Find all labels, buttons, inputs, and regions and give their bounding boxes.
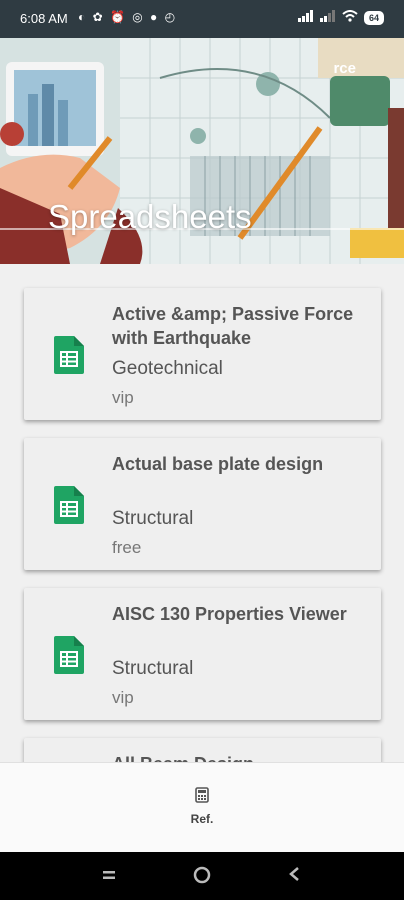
- battery-icon: 64: [363, 10, 384, 25]
- spreadsheet-tier: vip: [112, 388, 134, 407]
- nav-item-label: Ref.: [190, 812, 214, 826]
- status-time: 6:08 AM: [20, 11, 68, 26]
- spreadsheet-card[interactable]: AISC 130 Properties Viewer Structural vi…: [24, 588, 381, 720]
- spreadsheet-name: Active &amp; Passive Force with Earthqua…: [112, 304, 354, 348]
- spreadsheet-name: AISC 130 Properties Viewer: [112, 604, 347, 624]
- spreadsheet-name: Actual base plate design: [112, 454, 324, 474]
- bottom-nav: Ref.: [0, 762, 404, 853]
- wifi-icon: [342, 10, 358, 25]
- signal-icon: [297, 10, 314, 25]
- sheets-icon: [54, 336, 84, 374]
- recents-button[interactable]: [102, 866, 116, 887]
- calculator-icon: [195, 787, 209, 803]
- app-logo: rce: [333, 60, 356, 77]
- spreadsheet-name: All Beam Design: [112, 752, 362, 762]
- spreadsheet-category: Structural: [112, 658, 194, 679]
- spreadsheet-card[interactable]: Active &amp; Passive Force with Earthqua…: [24, 288, 381, 420]
- spreadsheet-tier: free: [112, 538, 142, 557]
- header-banner: rce Spreadsheets: [0, 38, 404, 264]
- notification-icons: ◐ ✿ ⏰ ◎ ● ◴: [78, 10, 178, 24]
- page-title: Spreadsheets: [48, 198, 252, 235]
- home-button[interactable]: [193, 866, 211, 889]
- spreadsheet-category: Geotechnical: [112, 358, 223, 379]
- system-nav-bar: [0, 852, 404, 900]
- status-right: 64: [297, 10, 384, 25]
- spreadsheet-tier: vip: [112, 688, 134, 707]
- sheets-icon: [54, 636, 84, 674]
- spreadsheet-category: Structural: [112, 508, 194, 529]
- signal-icon-2: [319, 10, 336, 25]
- status-bar: 6:08 AM ◐ ✿ ⏰ ◎ ● ◴ 64: [0, 0, 404, 38]
- spreadsheet-card[interactable]: Actual base plate design Structural free: [24, 438, 381, 570]
- spreadsheet-list[interactable]: Active &amp; Passive Force with Earthqua…: [0, 264, 404, 762]
- nav-item-ref[interactable]: Ref.: [182, 787, 222, 826]
- spreadsheet-card[interactable]: All Beam Design: [24, 738, 381, 762]
- sheets-icon: [54, 486, 84, 524]
- back-button[interactable]: [287, 866, 301, 887]
